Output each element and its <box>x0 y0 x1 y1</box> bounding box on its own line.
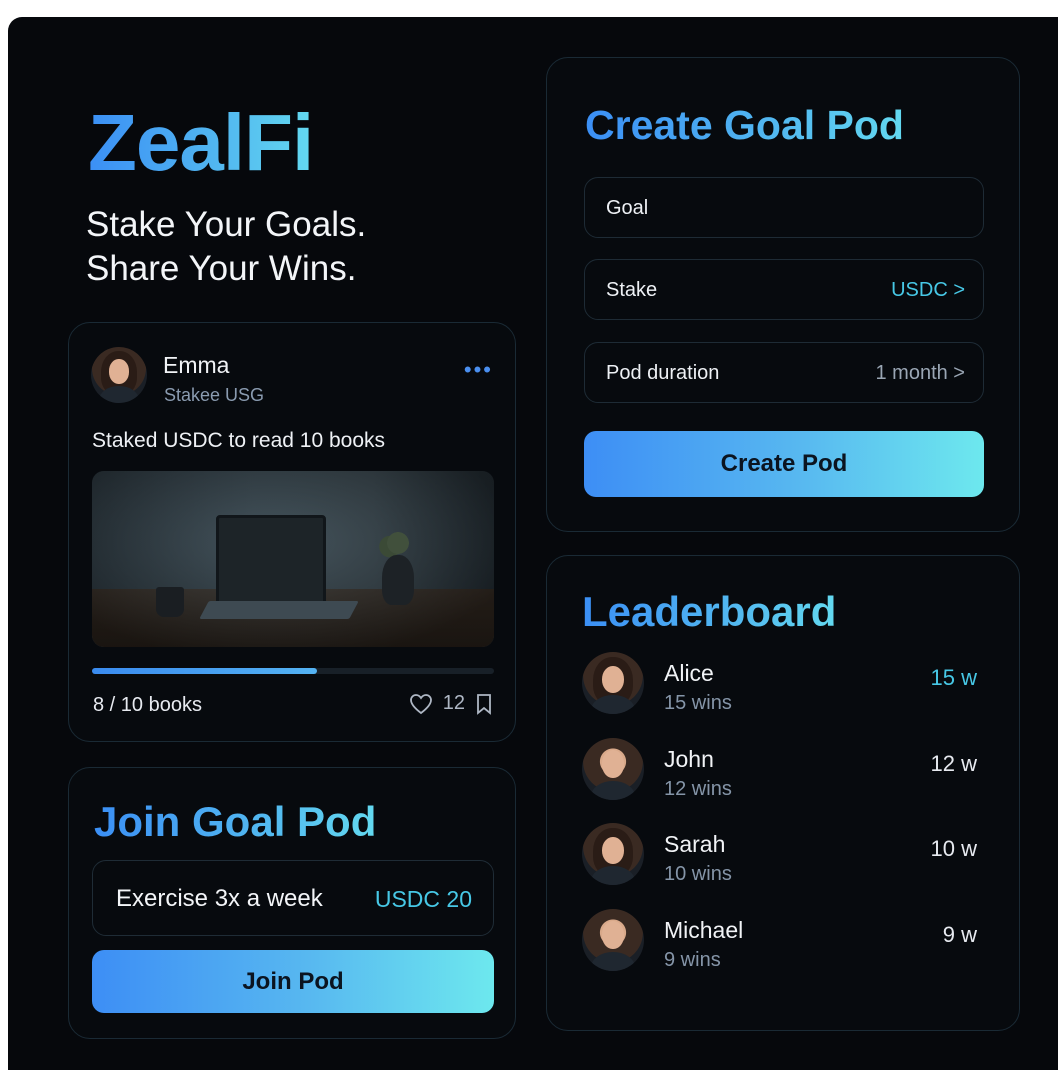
player-wins: 9 wins <box>664 949 721 971</box>
goal-field-label: Goal <box>606 197 649 219</box>
post-actions: 12 <box>409 692 493 715</box>
post-caption: Staked USDC to read 10 books <box>92 429 385 452</box>
player-score: 12 w <box>930 751 977 776</box>
player-score: 15 w <box>930 665 977 690</box>
pod-stake: USDC 20 <box>374 886 472 912</box>
more-dots-icon[interactable]: ••• <box>464 359 493 381</box>
avatar <box>582 652 644 714</box>
stake-value: USDC > <box>891 279 965 301</box>
brand-logo: ZealFi <box>88 98 314 187</box>
duration-label: Pod duration <box>606 362 720 384</box>
app-frame: ZealFi Stake Your Goals. Share Your Wins… <box>8 17 1058 1070</box>
tagline: Stake Your Goals. Share Your Wins. <box>86 203 366 291</box>
avatar <box>582 909 644 971</box>
goal-post-card: Emma Stakee USG ••• Staked USDC to read … <box>68 322 516 742</box>
leaderboard-row[interactable]: Alice 15 wins 15 w <box>582 652 987 722</box>
create-pod-button[interactable]: Create Pod <box>584 431 984 497</box>
leaderboard-row[interactable]: Michael 9 wins 9 w <box>582 909 987 979</box>
duration-select[interactable]: Pod duration 1 month > <box>584 342 984 403</box>
pod-goal: Exercise 3x a week <box>116 885 323 912</box>
avatar[interactable] <box>91 347 147 403</box>
join-pod-title: Join Goal Pod <box>94 798 377 845</box>
post-user-role: Stakee USG <box>164 385 265 405</box>
goal-progress-bar <box>92 668 494 674</box>
leaderboard-card: Leaderboard Alice 15 wins 15 w John 12 w… <box>546 555 1020 1031</box>
goal-progress-fill <box>92 668 318 674</box>
create-goal-pod-card: Create Goal Pod Goal Stake USDC > Pod du… <box>546 57 1020 532</box>
like-count: 12 <box>442 692 465 714</box>
post-user-name[interactable]: Emma <box>163 352 229 379</box>
leaderboard-row[interactable]: John 12 wins 12 w <box>582 738 987 808</box>
player-wins: 15 wins <box>664 692 732 714</box>
player-name: John <box>664 746 714 772</box>
join-goal-pod-card: Join Goal Pod Exercise 3x a week USDC 20… <box>68 767 516 1039</box>
player-score: 10 w <box>930 836 977 861</box>
stake-select[interactable]: Stake USDC > <box>584 259 984 320</box>
leaderboard-title: Leaderboard <box>582 588 837 635</box>
progress-text: 8 / 10 books <box>93 694 202 716</box>
create-pod-title: Create Goal Pod <box>585 102 904 148</box>
join-pod-button[interactable]: Join Pod <box>92 950 494 1013</box>
avatar <box>582 738 644 800</box>
tagline-line-1: Stake Your Goals. <box>86 205 367 244</box>
player-name: Sarah <box>664 831 726 857</box>
avatar <box>582 823 644 885</box>
player-name: Alice <box>664 660 714 686</box>
tagline-line-2: Share Your Wins. <box>86 249 357 288</box>
player-score: 9 w <box>942 922 977 947</box>
leaderboard-row[interactable]: Sarah 10 wins 10 w <box>582 823 987 893</box>
post-image <box>92 471 494 647</box>
pod-option[interactable]: Exercise 3x a week USDC 20 <box>92 860 494 936</box>
player-wins: 12 wins <box>664 778 732 800</box>
duration-value: 1 month > <box>875 362 965 384</box>
stake-label: Stake <box>606 279 658 301</box>
goal-field[interactable]: Goal <box>584 177 984 238</box>
bookmark-icon[interactable] <box>475 693 493 715</box>
heart-icon[interactable] <box>409 693 433 715</box>
player-wins: 10 wins <box>664 863 732 885</box>
player-name: Michael <box>664 917 744 943</box>
